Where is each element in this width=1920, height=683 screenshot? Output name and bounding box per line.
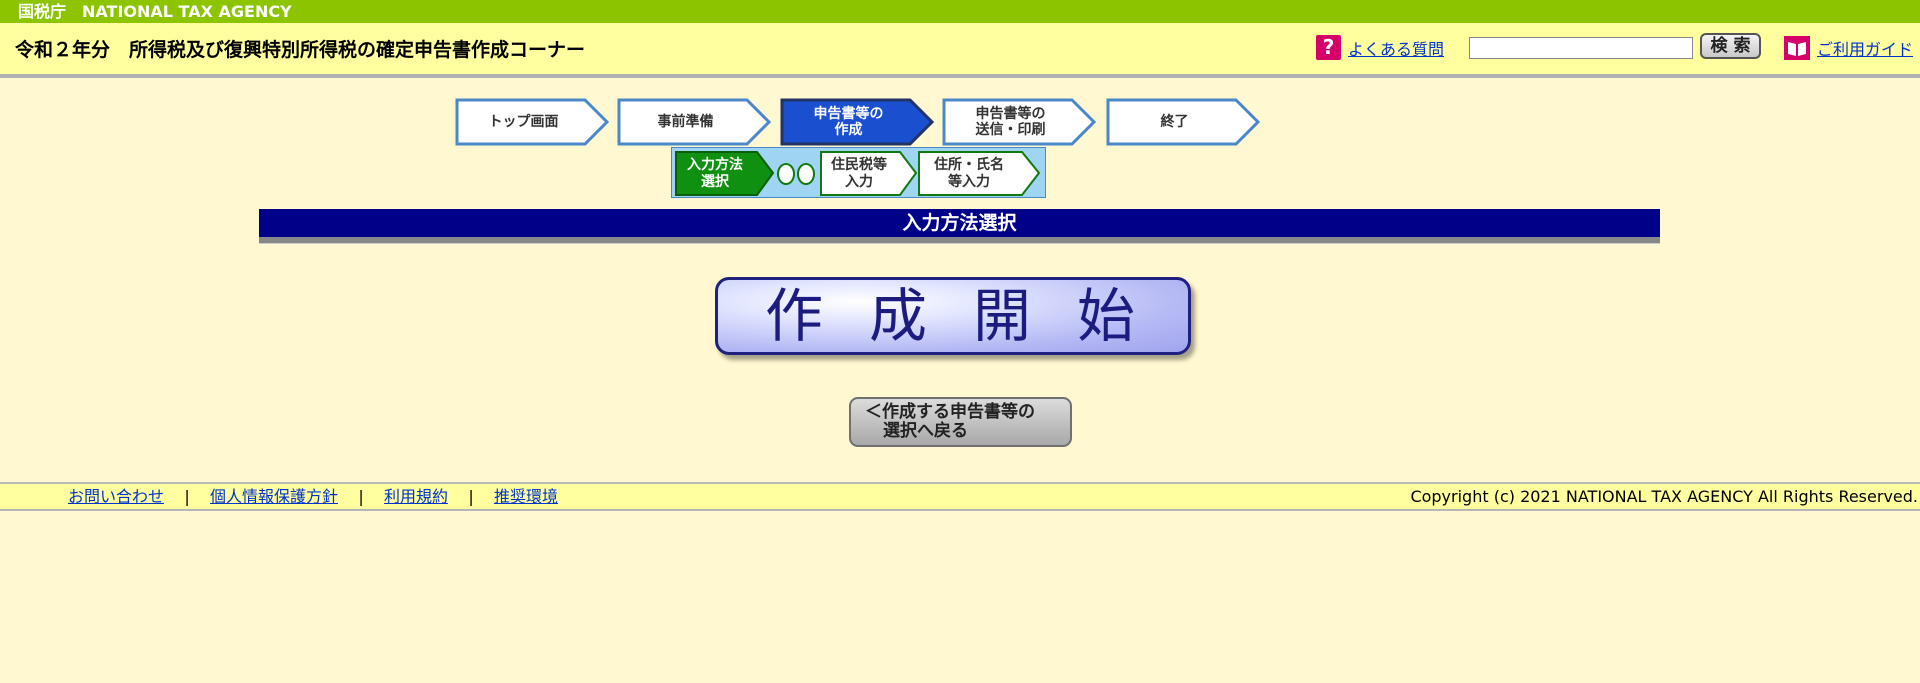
- footer-separator: |: [358, 487, 364, 506]
- agency-name: 国税庁 NATIONAL TAX AGENCY: [18, 2, 292, 21]
- agency-bar: 国税庁 NATIONAL TAX AGENCY: [0, 0, 1920, 23]
- step-label: 申告書等の 送信・印刷: [975, 106, 1046, 138]
- footer-link-environment[interactable]: 推奨環境: [494, 487, 558, 506]
- step-end: 終了: [1106, 98, 1261, 146]
- footer: お問い合わせ | 個人情報保護方針 | 利用規約 | 推奨環境 Copyright (c) …: [0, 482, 1920, 511]
- guide-link[interactable]: ご利用ガイド: [1817, 36, 1913, 60]
- step-top: トップ画面: [455, 98, 610, 146]
- page-title: 令和２年分 所得税及び復興特別所得税の確定申告書作成コーナー: [15, 39, 586, 61]
- search-button[interactable]: 検 索: [1700, 33, 1761, 59]
- step-label: 事前準備: [657, 114, 714, 130]
- header: 令和２年分 所得税及び復興特別所得税の確定申告書作成コーナー ? よくある質問 …: [0, 23, 1920, 78]
- substep-resident-tax: 住民税等 入力: [820, 151, 918, 196]
- footer-link-contact[interactable]: お問い合わせ: [68, 487, 164, 506]
- book-icon[interactable]: [1784, 36, 1810, 60]
- substep-label: 住民税等 入力: [831, 156, 887, 190]
- footer-separator: |: [468, 487, 474, 506]
- step-create: 申告書等の 作成: [780, 98, 935, 146]
- step-preparation: 事前準備: [617, 98, 772, 146]
- substep-label: 住所・氏名 等入力: [934, 156, 1004, 190]
- footer-links: お問い合わせ | 個人情報保護方針 | 利用規約 | 推奨環境: [68, 484, 558, 509]
- footer-link-terms[interactable]: 利用規約: [384, 487, 448, 506]
- substep-input-method: 入力方法 選択: [675, 151, 775, 196]
- search-input[interactable]: [1469, 37, 1693, 59]
- step-label: 終了: [1160, 114, 1189, 130]
- substep-flow: 入力方法 選択 住民税等 入力 住所・氏名 等入力: [671, 147, 1046, 198]
- step-send-print: 申告書等の 送信・印刷: [942, 98, 1097, 146]
- step-label: トップ画面: [488, 114, 559, 130]
- footer-link-privacy[interactable]: 個人情報保護方針: [210, 487, 338, 506]
- omitted-steps-icon: [777, 163, 815, 185]
- start-create-button[interactable]: 作成開始: [715, 277, 1191, 355]
- step-label: 申告書等の 作成: [813, 106, 884, 138]
- substep-label: 入力方法 選択: [687, 156, 743, 190]
- footer-separator: |: [184, 487, 190, 506]
- substep-address-name: 住所・氏名 等入力: [918, 151, 1042, 196]
- section-title: 入力方法選択: [259, 209, 1660, 237]
- faq-link[interactable]: よくある質問: [1348, 36, 1444, 60]
- copyright: Copyright (c) 2021 NATIONAL TAX AGENCY A…: [1410, 487, 1918, 506]
- back-to-selection-button[interactable]: ＜作成する申告書等の 選択へ戻る: [849, 397, 1072, 447]
- question-icon[interactable]: ?: [1316, 35, 1341, 60]
- back-button-line1: ＜作成する申告書等の: [865, 402, 1035, 422]
- section-divider: [259, 237, 1660, 244]
- back-button-line2: 選択へ戻る: [883, 421, 968, 441]
